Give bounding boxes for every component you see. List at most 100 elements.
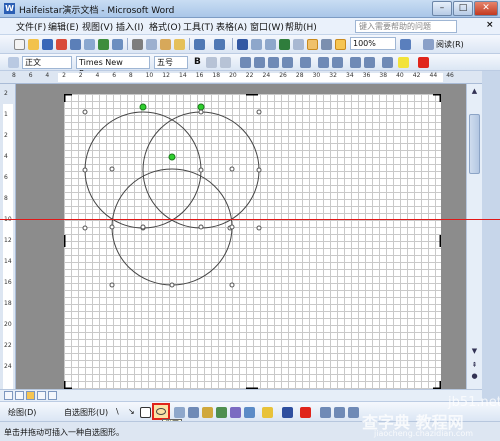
scroll-up-icon[interactable]: ▲ xyxy=(469,86,480,97)
new-doc-icon[interactable] xyxy=(14,39,25,50)
line-style-icon[interactable] xyxy=(320,407,331,418)
canvas-corner-marks xyxy=(64,94,441,389)
align-center-icon[interactable] xyxy=(254,57,265,68)
menu-tools[interactable]: 工具(T) xyxy=(183,20,214,33)
justify-icon[interactable] xyxy=(282,57,293,68)
textbox-icon[interactable] xyxy=(174,407,185,418)
scroll-down-icon[interactable]: ▼ xyxy=(469,346,480,357)
autoshapes-button[interactable]: 自选图形(U) xyxy=(64,407,108,418)
print-layout-icon[interactable] xyxy=(26,391,35,400)
format-painter-icon[interactable] xyxy=(174,39,185,50)
bullets-icon[interactable] xyxy=(332,57,343,68)
ruler-h-number: 28 xyxy=(295,72,304,79)
normal-view-icon[interactable] xyxy=(4,391,13,400)
ruler-h-number: 40 xyxy=(396,72,404,79)
underline-icon[interactable] xyxy=(220,57,231,68)
maximize-button[interactable]: □ xyxy=(453,1,473,16)
redo-icon[interactable] xyxy=(214,39,225,50)
borders-icon[interactable] xyxy=(382,57,393,68)
arrow-style-icon[interactable] xyxy=(348,407,359,418)
vertical-textbox-icon[interactable] xyxy=(188,407,199,418)
columns-icon[interactable] xyxy=(293,39,304,50)
line-icon[interactable]: \ xyxy=(116,407,119,416)
print-preview-icon[interactable] xyxy=(84,39,95,50)
outline-view-icon[interactable] xyxy=(37,391,46,400)
menu-edit[interactable]: 编辑(E) xyxy=(48,20,79,33)
align-left-icon[interactable] xyxy=(240,57,251,68)
browse-object-icon[interactable]: ● xyxy=(469,371,480,382)
oval-button[interactable] xyxy=(152,403,170,420)
copy-icon[interactable] xyxy=(146,39,157,50)
document-page[interactable] xyxy=(64,94,441,389)
insert-table-icon[interactable] xyxy=(265,39,276,50)
drawing-toggle-icon[interactable] xyxy=(307,39,318,50)
ruler-h-number: 24 xyxy=(262,72,271,79)
cut-icon[interactable] xyxy=(132,39,143,50)
ruler-v-number: 18 xyxy=(4,300,12,307)
close-doc-icon[interactable]: × xyxy=(486,20,494,30)
prev-page-icon[interactable]: ⇞ xyxy=(469,360,480,371)
menu-help[interactable]: 帮助(H) xyxy=(285,20,317,33)
arrow-icon[interactable]: ↘ xyxy=(128,407,135,416)
spelling-icon[interactable] xyxy=(98,39,109,50)
tables-borders-icon[interactable] xyxy=(251,39,262,50)
ruler-v-number: 16 xyxy=(4,279,12,286)
help-search-input[interactable]: 键入需要帮助的问题 xyxy=(355,20,457,33)
horizontal-ruler[interactable]: 8 6 4 2 2 4 6 8 10 12 14 16 18 20 22 24 26 28 30 32 34 36 38 40… xyxy=(0,71,500,84)
menu-view[interactable]: 视图(V) xyxy=(82,20,113,33)
menu-file[interactable]: 文件(F) xyxy=(16,20,46,33)
line-spacing-icon[interactable] xyxy=(300,57,311,68)
minimize-button[interactable]: – xyxy=(432,1,452,16)
draw-menu-button[interactable]: 绘图(D) xyxy=(8,407,36,418)
styles-pane-icon[interactable] xyxy=(8,57,19,68)
open-folder-icon[interactable] xyxy=(28,39,39,50)
fill-color-icon[interactable] xyxy=(262,407,273,418)
scroll-thumb[interactable] xyxy=(469,114,480,174)
menu-format[interactable]: 格式(O) xyxy=(149,20,181,33)
permission-icon[interactable] xyxy=(56,39,67,50)
font-color-icon[interactable] xyxy=(418,57,429,68)
zoom-select[interactable]: 100% xyxy=(350,37,396,50)
diagram-icon[interactable] xyxy=(216,407,227,418)
ruler-h-number: 44 xyxy=(429,72,438,79)
show-hide-icon[interactable] xyxy=(335,39,346,50)
watermark-top: jb51.net xyxy=(448,395,500,410)
highlight-icon[interactable] xyxy=(398,57,409,68)
style-select[interactable]: 正文 xyxy=(22,56,72,69)
close-button[interactable]: ✕ xyxy=(474,1,498,16)
insert-excel-icon[interactable] xyxy=(279,39,290,50)
menu-window[interactable]: 窗口(W) xyxy=(250,20,284,33)
menu-table[interactable]: 表格(A) xyxy=(216,20,247,33)
research-icon[interactable] xyxy=(112,39,123,50)
drawing-canvas[interactable] xyxy=(64,94,441,389)
print-icon[interactable] xyxy=(70,39,81,50)
italic-icon[interactable] xyxy=(206,57,217,68)
reading-view-icon[interactable] xyxy=(48,391,57,400)
font-size-select[interactable]: 五号 xyxy=(154,56,188,69)
help-icon[interactable] xyxy=(400,39,411,50)
increase-indent-icon[interactable] xyxy=(364,57,375,68)
vertical-ruler[interactable]: 2124681012141618202224 xyxy=(0,84,16,389)
bold-button[interactable]: B xyxy=(194,57,201,67)
dash-style-icon[interactable] xyxy=(334,407,345,418)
hyperlink-icon[interactable] xyxy=(237,39,248,50)
numbering-icon[interactable] xyxy=(318,57,329,68)
decrease-indent-icon[interactable] xyxy=(350,57,361,68)
menu-insert[interactable]: 插入(I) xyxy=(116,20,144,33)
undo-icon[interactable] xyxy=(194,39,205,50)
paste-icon[interactable] xyxy=(160,39,171,50)
read-mode-icon[interactable] xyxy=(423,39,434,50)
rectangle-icon[interactable] xyxy=(140,407,151,418)
line-color-icon[interactable] xyxy=(282,407,293,418)
clipart-icon[interactable] xyxy=(230,407,241,418)
save-icon[interactable] xyxy=(42,39,53,50)
document-map-icon[interactable] xyxy=(321,39,332,50)
picture-icon[interactable] xyxy=(244,407,255,418)
wordart-icon[interactable] xyxy=(202,407,213,418)
font-color-draw-icon[interactable] xyxy=(300,407,311,418)
vertical-scrollbar[interactable]: ▲ ▼ ⇞ ● xyxy=(466,84,482,389)
read-mode-button[interactable]: 阅读(R) xyxy=(436,39,464,50)
align-right-icon[interactable] xyxy=(268,57,279,68)
web-view-icon[interactable] xyxy=(15,391,24,400)
font-select[interactable]: Times New Roman xyxy=(76,56,150,78)
